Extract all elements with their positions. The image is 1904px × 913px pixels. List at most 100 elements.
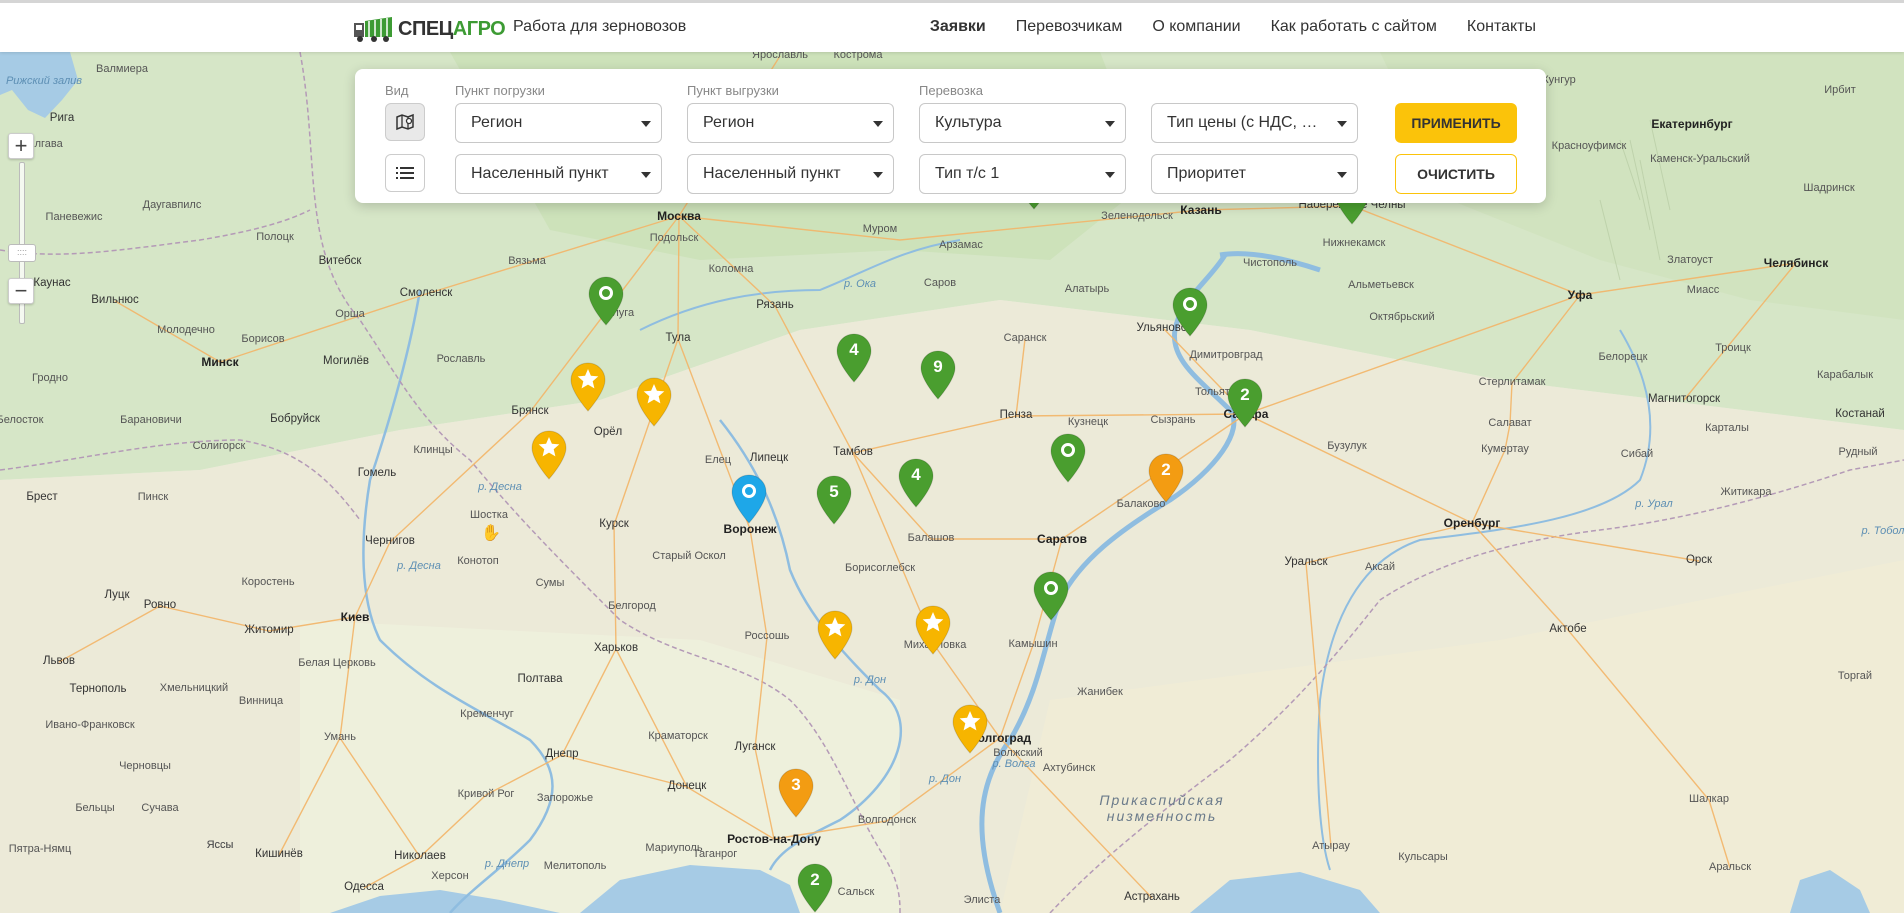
- cluster-marker[interactable]: 3: [778, 768, 814, 818]
- star-marker-icon[interactable]: [952, 704, 988, 754]
- unloading-city-select[interactable]: Населенный пункт: [687, 154, 894, 194]
- star-marker-icon[interactable]: [636, 377, 672, 427]
- transport-label: Перевозка: [919, 83, 984, 98]
- city-label: Бузулук: [1327, 440, 1367, 452]
- water-label: р. Десна: [478, 481, 522, 493]
- cluster-marker[interactable]: 4: [898, 458, 934, 508]
- cluster-marker[interactable]: 2: [1227, 378, 1263, 428]
- star-marker-icon[interactable]: [915, 605, 951, 655]
- loading-region-select[interactable]: Регион: [455, 103, 662, 143]
- city-label: Липецк: [749, 452, 789, 464]
- city-label: Троицк: [1715, 342, 1751, 354]
- city-label: Полтава: [517, 673, 563, 685]
- city-label: Кременчуг: [460, 708, 514, 720]
- star-marker-icon[interactable]: [817, 610, 853, 660]
- city-label: Ровно: [143, 599, 177, 611]
- water-label: Рижский залив: [5, 75, 83, 87]
- water-label: р. Дон: [928, 773, 962, 785]
- star-marker-icon[interactable]: [531, 430, 567, 480]
- main-nav: Заявки Перевозчикам О компании Как работ…: [930, 18, 1536, 36]
- zoom-out-button[interactable]: −: [8, 278, 34, 304]
- zoom-slider-handle[interactable]: ::::: [8, 244, 36, 262]
- cluster-marker[interactable]: 2: [797, 863, 833, 913]
- cluster-count: 3: [791, 775, 801, 794]
- nav-about[interactable]: О компании: [1152, 18, 1240, 36]
- city-label: Екатеринбург: [1651, 117, 1733, 131]
- city-label: Николаев: [394, 850, 446, 862]
- city-label: Балашов: [907, 532, 955, 544]
- city-label: Ахтубинск: [1042, 762, 1096, 774]
- city-label: Борисов: [241, 333, 285, 345]
- nav-contacts[interactable]: Контакты: [1467, 18, 1536, 36]
- city-label: Альметьевск: [1348, 279, 1414, 291]
- city-label: Пинск: [137, 491, 169, 503]
- star-marker-icon[interactable]: [570, 362, 606, 412]
- city-label: Казань: [1180, 203, 1222, 217]
- city-label: Муром: [862, 223, 898, 235]
- logo[interactable]: СПЕЦАГРО: [354, 14, 506, 44]
- city-label: Белорецк: [1598, 351, 1648, 363]
- location-marker-icon[interactable]: [1033, 571, 1069, 621]
- map-view-button[interactable]: [385, 103, 425, 141]
- city-label: Белосток: [0, 414, 44, 426]
- city-label: Ивано-Франковск: [45, 719, 135, 731]
- priority-select[interactable]: Приоритет: [1151, 154, 1358, 194]
- city-label: Рудный: [1838, 446, 1878, 458]
- city-label: Гродно: [32, 372, 68, 384]
- city-label: Челябинск: [1763, 256, 1829, 270]
- price-type-select[interactable]: Тип цены (с НДС, б…: [1151, 103, 1358, 143]
- city-label: Вязьма: [508, 255, 546, 267]
- chevron-down-icon: [641, 172, 651, 178]
- city-label: Рига: [49, 112, 75, 124]
- zoom-in-button[interactable]: +: [8, 133, 34, 159]
- city-label: Валмиера: [96, 63, 148, 75]
- city-label: Элиста: [963, 894, 1001, 906]
- nav-carriers[interactable]: Перевозчикам: [1016, 18, 1123, 36]
- city-label: Курск: [599, 518, 629, 530]
- city-label: Витебск: [318, 255, 362, 267]
- apply-button[interactable]: ПРИМЕНИТЬ: [1395, 103, 1517, 143]
- city-label: Сумы: [535, 577, 565, 589]
- city-label: Сальск: [837, 886, 875, 898]
- city-label: Торгай: [1837, 670, 1873, 682]
- nav-how-to[interactable]: Как работать с сайтом: [1271, 18, 1437, 36]
- cluster-count: 2: [1240, 385, 1250, 404]
- city-label: Винница: [238, 695, 284, 707]
- vehicle-type-select[interactable]: Тип т/с 1: [919, 154, 1126, 194]
- city-label: Красноуфимск: [1551, 140, 1627, 152]
- location-marker-icon[interactable]: [588, 276, 624, 326]
- city-label: Херсон: [431, 870, 469, 882]
- city-label: Киев: [340, 610, 370, 624]
- city-label: Сучава: [141, 802, 179, 814]
- city-label: Львов: [42, 655, 76, 667]
- cluster-marker[interactable]: 4: [836, 333, 872, 383]
- cluster-count: 4: [911, 465, 921, 484]
- culture-select[interactable]: Культура: [919, 103, 1126, 143]
- location-marker-icon[interactable]: [1050, 433, 1086, 483]
- cluster-marker[interactable]: 9: [920, 350, 956, 400]
- map-view-icon: [396, 113, 414, 131]
- selected-location-marker-icon[interactable]: [731, 474, 767, 524]
- city-label: Тамбов: [833, 446, 873, 458]
- city-label: Солигорск: [192, 440, 246, 452]
- water-label: р. Урал: [1635, 498, 1673, 510]
- cluster-marker[interactable]: 2: [1148, 453, 1184, 503]
- city-label: Карабалык: [1816, 369, 1874, 381]
- city-label: Мелитополь: [543, 860, 607, 872]
- city-label: Одесса: [344, 881, 384, 893]
- list-view-button[interactable]: [385, 154, 425, 192]
- nav-orders[interactable]: Заявки: [930, 18, 986, 36]
- loading-city-select[interactable]: Населенный пункт: [455, 154, 662, 194]
- cluster-count: 2: [1161, 460, 1171, 479]
- unloading-region-select[interactable]: Регион: [687, 103, 894, 143]
- cluster-marker[interactable]: 5: [816, 475, 852, 525]
- city-label: Кривой Рог: [457, 788, 515, 800]
- city-label: Чистополь: [1243, 257, 1297, 269]
- location-marker-icon[interactable]: [1172, 287, 1208, 337]
- clear-button[interactable]: ОЧИСТИТЬ: [1395, 154, 1517, 194]
- hand-cursor-icon: ✋: [481, 525, 501, 542]
- city-label: Гомель: [357, 467, 397, 479]
- city-label: Орск: [1685, 554, 1713, 566]
- city-label: Атырау: [1312, 840, 1350, 852]
- city-label: Москва: [657, 209, 701, 223]
